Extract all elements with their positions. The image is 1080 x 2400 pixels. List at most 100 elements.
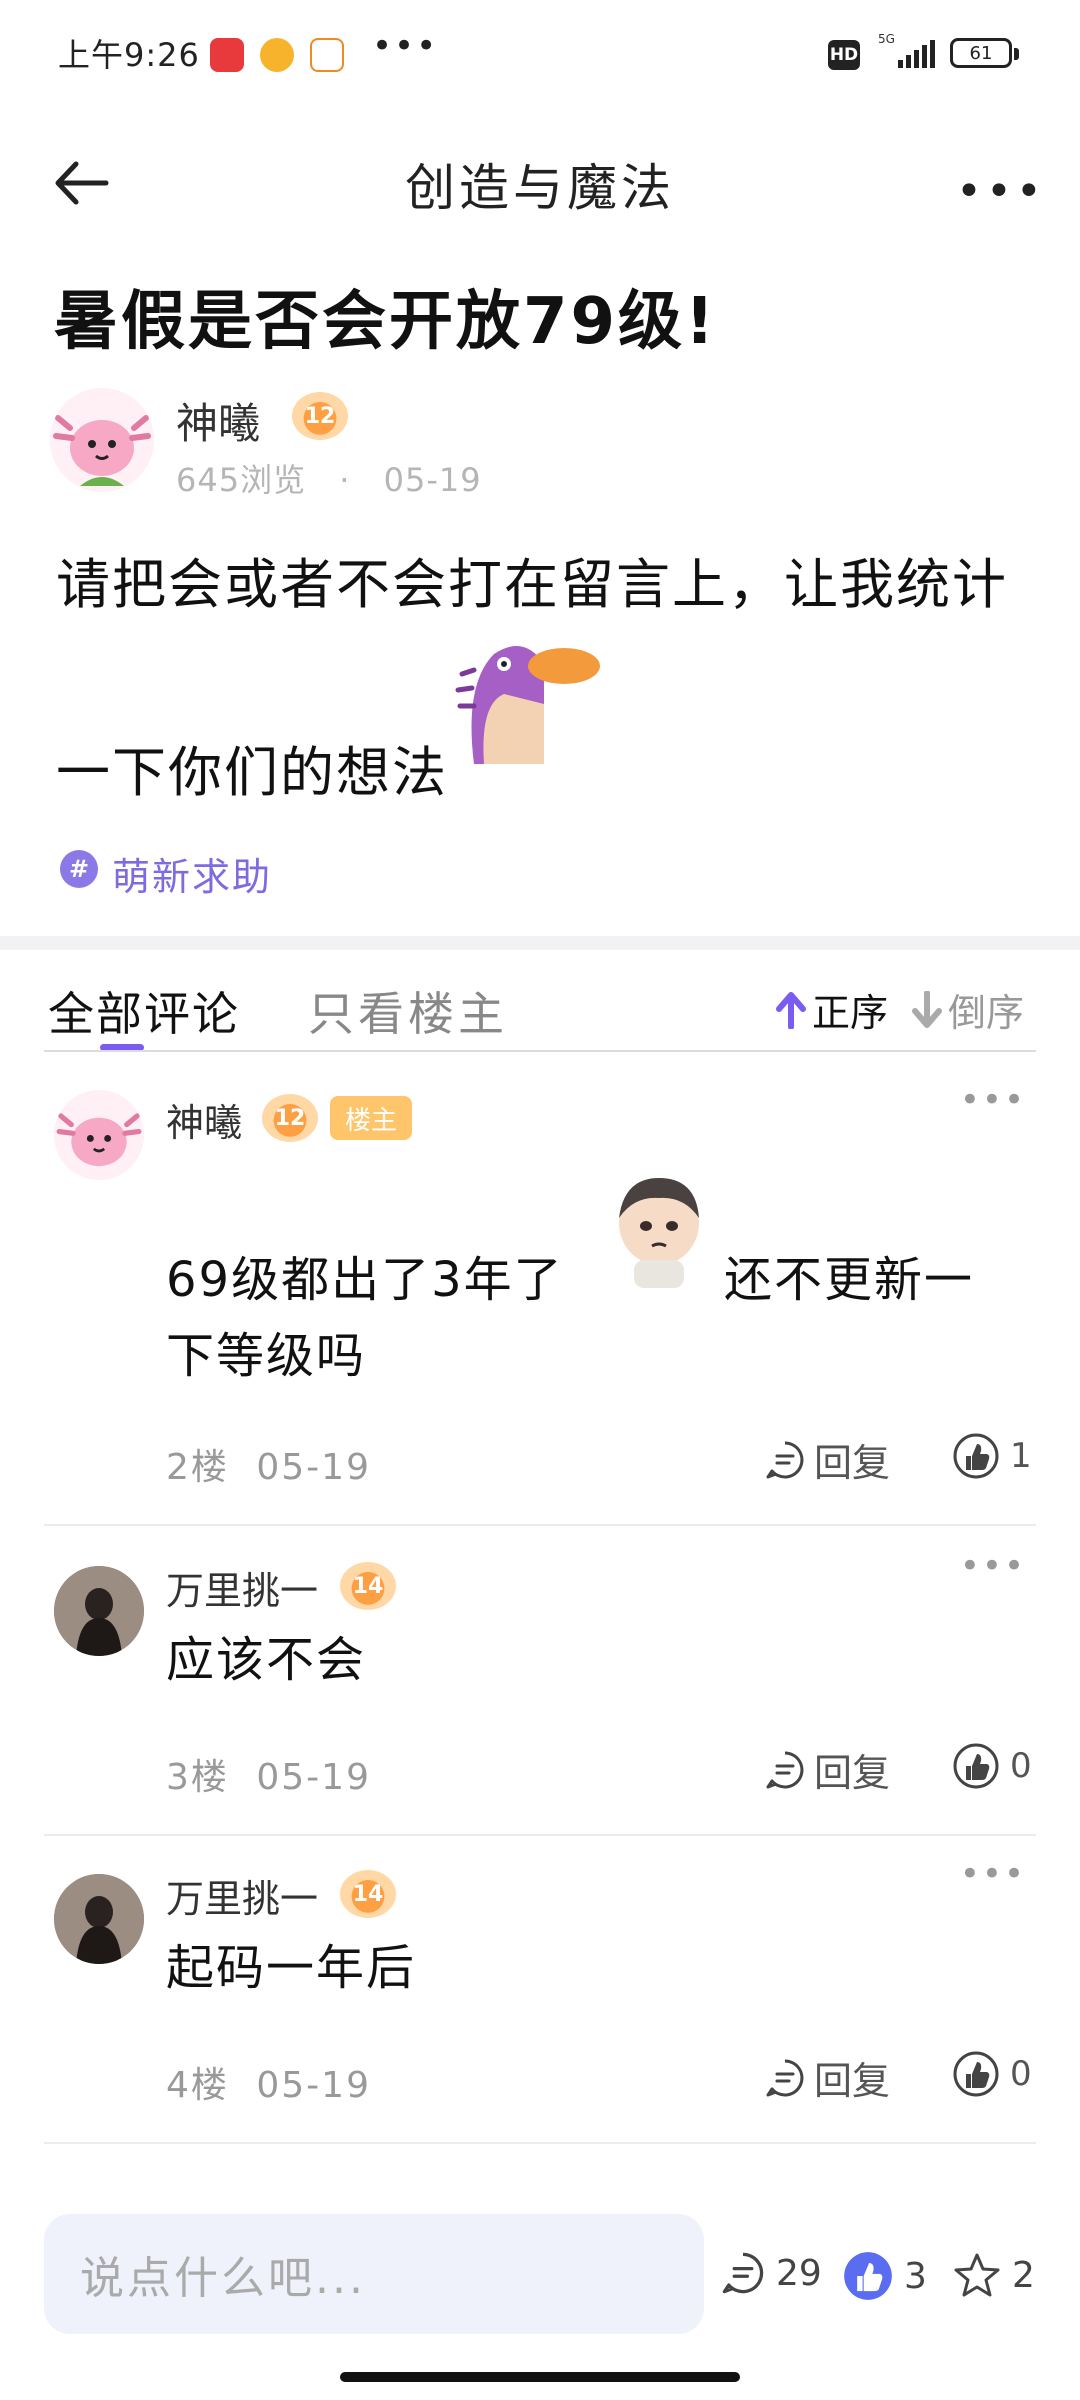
- star-icon: [954, 2253, 1000, 2297]
- comment-item: 神曦 12 楼主 ••• 69级都出了3年了 还不更新一 下等级吗 2楼 05-…: [44, 1070, 1036, 1526]
- like-count: 0: [1010, 1746, 1032, 1786]
- comment-more-icon[interactable]: •••: [960, 1546, 1026, 1586]
- sort-ascending-button[interactable]: 正序: [776, 982, 888, 1037]
- reply-button[interactable]: 回复: [764, 1742, 890, 1797]
- author-name[interactable]: 神曦: [176, 390, 260, 451]
- post-meta: 645浏览 · 05-19: [176, 455, 482, 501]
- floor-number: 4楼: [166, 2065, 229, 2106]
- sort-descending-label: 倒序: [948, 991, 1025, 1035]
- reply-button[interactable]: 回复: [764, 2050, 890, 2105]
- favorite-button[interactable]: 2: [952, 2250, 1035, 2300]
- thumbs-up-icon: [953, 2051, 999, 2097]
- sort-descending-button[interactable]: 倒序: [912, 982, 1024, 1037]
- sort-ascending-label: 正序: [812, 991, 889, 1035]
- favorites-count: 2: [1012, 2254, 1035, 2296]
- topic-tag[interactable]: 萌新求助: [112, 846, 272, 901]
- level-badge: 14: [340, 1870, 396, 1918]
- comment-text: 还不更新一: [724, 1252, 975, 1308]
- comment-item: 万里挑一 14 ••• 应该不会 3楼 05-19 回复 0: [44, 1530, 1036, 1840]
- commenter-avatar[interactable]: [54, 1090, 144, 1180]
- thumbs-up-icon: [953, 1433, 999, 1479]
- comment-floor-date: 3楼 05-19: [166, 1748, 371, 1800]
- comment-date: 05-19: [256, 2065, 371, 2106]
- comment-date: 05-19: [256, 1447, 371, 1488]
- comments-count-button[interactable]: 29: [720, 2250, 822, 2296]
- view-count: 645浏览: [176, 461, 307, 499]
- post-title: 暑假是否会开放79级!: [54, 285, 718, 359]
- notification-app-icon: [260, 38, 294, 72]
- page-title: 创造与魔法: [405, 159, 675, 217]
- comment-item: 万里挑一 14 ••• 起码一年后 4楼 05-19 回复 0: [44, 1838, 1036, 2148]
- notification-app-icon: [210, 38, 244, 72]
- comment-more-icon[interactable]: •••: [960, 1854, 1026, 1894]
- section-divider: [0, 936, 1080, 950]
- tab-all-comments[interactable]: 全部评论: [48, 978, 240, 1044]
- level-badge: 14: [340, 1562, 396, 1610]
- battery-tip: [1014, 48, 1019, 60]
- arrow-up-icon: [776, 991, 806, 1029]
- like-count: 1: [1010, 1436, 1032, 1476]
- comment-text: 应该不会: [166, 1632, 367, 1688]
- comment-separator: [44, 1524, 1036, 1526]
- comment-floor-date: 2楼 05-19: [166, 1438, 371, 1490]
- boy-sticker: [604, 1168, 714, 1288]
- like-count: 0: [1010, 2054, 1032, 2094]
- tabs-underline: [44, 1050, 1036, 1052]
- thumbs-up-icon: [953, 1743, 999, 1789]
- post-body-line: 一下你们的想法: [56, 741, 448, 804]
- comment-text: 起码一年后: [166, 1940, 417, 1996]
- network-type: 5G: [878, 32, 895, 46]
- reply-label: 回复: [814, 2059, 891, 2103]
- comments-count: 29: [776, 2252, 822, 2294]
- comment-bubble-icon: [766, 2059, 804, 2096]
- more-options-icon[interactable]: •••: [956, 166, 1046, 217]
- signal-icon: [898, 38, 935, 68]
- like-button[interactable]: 0: [952, 1742, 1032, 1790]
- floor-number: 2楼: [166, 1447, 229, 1488]
- comment-separator: [44, 2142, 1036, 2144]
- level-badge: 12: [292, 392, 348, 440]
- more-notifications-icon: •••: [372, 26, 439, 66]
- reply-button[interactable]: 回复: [764, 1432, 890, 1487]
- dinosaur-sticker: [444, 624, 604, 764]
- comment-bubble-icon: [722, 2252, 764, 2294]
- post-date: 05-19: [383, 461, 482, 499]
- comment-text: 69级都出了3年了: [166, 1252, 564, 1308]
- comment-text: 下等级吗: [166, 1328, 367, 1384]
- level-badge: 12: [262, 1094, 318, 1142]
- battery-icon: 61: [950, 38, 1012, 68]
- comment-more-icon[interactable]: •••: [960, 1080, 1026, 1120]
- commenter-name[interactable]: 万里挑一: [166, 1868, 318, 1923]
- comment-input[interactable]: 说点什么吧...: [44, 2214, 704, 2334]
- status-bar: 上午9:26 ••• HD 5G 61: [0, 0, 1080, 110]
- post-body-line: 请把会或者不会打在留言上，让我统计: [56, 553, 1008, 616]
- reply-label: 回复: [814, 1441, 891, 1485]
- battery-level: 61: [969, 42, 993, 64]
- reply-label: 回复: [814, 1751, 891, 1795]
- status-time: 上午9:26: [58, 36, 200, 74]
- notification-app-icon: [310, 38, 344, 72]
- comment-floor-date: 4楼 05-19: [166, 2056, 371, 2108]
- commenter-name[interactable]: 神曦: [166, 1092, 242, 1147]
- home-indicator[interactable]: [340, 2372, 740, 2382]
- host-badge: 楼主: [330, 1096, 412, 1140]
- thumbs-up-icon: [844, 2252, 892, 2300]
- like-button[interactable]: 1: [952, 1432, 1032, 1480]
- post-like-button[interactable]: 3: [842, 2250, 927, 2302]
- like-button[interactable]: 0: [952, 2050, 1032, 2098]
- hd-icon: HD: [828, 40, 860, 70]
- comment-separator: [44, 1834, 1036, 1836]
- commenter-avatar[interactable]: [54, 1566, 144, 1656]
- hashtag-icon[interactable]: #: [60, 850, 98, 888]
- comment-bubble-icon: [766, 1751, 804, 1788]
- tab-host-only[interactable]: 只看楼主: [308, 978, 508, 1044]
- commenter-name[interactable]: 万里挑一: [166, 1560, 318, 1615]
- comment-bubble-icon: [766, 1441, 804, 1478]
- author-avatar[interactable]: [50, 388, 154, 492]
- commenter-avatar[interactable]: [54, 1874, 144, 1964]
- comment-date: 05-19: [256, 1757, 371, 1798]
- meta-separator: ·: [339, 461, 351, 499]
- floor-number: 3楼: [166, 1757, 229, 1798]
- post-likes-count: 3: [904, 2255, 927, 2297]
- arrow-down-icon: [912, 990, 942, 1028]
